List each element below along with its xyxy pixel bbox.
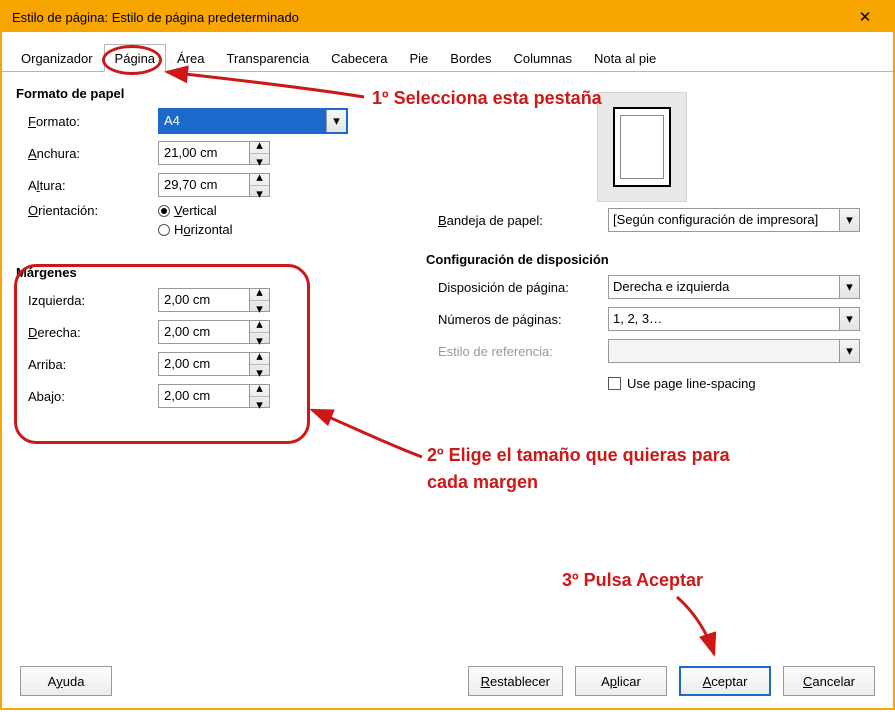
chevron-up-icon: ▴ <box>250 316 269 333</box>
radio-vertical[interactable]: Vertical <box>158 203 233 218</box>
tab-bordes[interactable]: Bordes <box>439 44 502 71</box>
tab-nota-al-pie[interactable]: Nota al pie <box>583 44 667 71</box>
annotation-text-3: 3º Pulsa Aceptar <box>562 570 703 591</box>
margin-left-spinner[interactable]: 2,00 cm ▴▾ <box>158 288 270 312</box>
apply-button[interactable]: Aplicar <box>575 666 667 696</box>
tab-pagina[interactable]: Página <box>104 44 166 72</box>
help-button[interactable]: Ayuda <box>20 666 112 696</box>
chevron-down-icon[interactable]: ▾ <box>326 110 346 132</box>
chevron-up-icon: ▴ <box>250 284 269 301</box>
tab-pie[interactable]: Pie <box>399 44 440 71</box>
tab-area[interactable]: Área <box>166 44 215 71</box>
layout-column: Bandeja de papel: [Según configuración d… <box>426 202 866 401</box>
tab-organizador[interactable]: Organizador <box>10 44 104 71</box>
chevron-down-icon: ▾ <box>250 154 269 170</box>
dialog-buttons: Ayuda Restablecer Aplicar Aceptar Cancel… <box>2 666 893 696</box>
altura-label: Altura: <box>28 178 158 193</box>
chevron-down-icon[interactable]: ▾ <box>839 340 859 362</box>
tab-columnas[interactable]: Columnas <box>503 44 584 71</box>
chevron-up-icon: ▴ <box>250 137 269 154</box>
formato-field[interactable]: A4 ▾ <box>158 108 348 134</box>
close-icon[interactable]: ✕ <box>845 2 885 32</box>
formato-value: A4 <box>160 110 326 132</box>
margin-right-label: Derecha: <box>28 325 158 340</box>
reset-button[interactable]: Restablecer <box>468 666 563 696</box>
anchura-label: Anchura: <box>28 146 158 161</box>
paper-tray-row: Bandeja de papel: [Según configuración d… <box>438 206 866 234</box>
margin-top-spinner[interactable]: 2,00 cm ▴▾ <box>158 352 270 376</box>
paper-tray-field[interactable]: [Según configuración de impresora] ▾ <box>608 208 860 232</box>
margin-bottom-spinner[interactable]: 2,00 cm ▴▾ <box>158 384 270 408</box>
page-preview <box>597 92 687 202</box>
window-title: Estilo de página: Estilo de página prede… <box>12 10 299 25</box>
ref-style-row: Estilo de referencia: ▾ <box>438 337 866 365</box>
chevron-down-icon[interactable]: ▾ <box>839 308 859 330</box>
chevron-down-icon: ▾ <box>250 186 269 202</box>
layout-settings-title: Configuración de disposición <box>426 252 866 267</box>
margin-right-spinner[interactable]: 2,00 cm ▴▾ <box>158 320 270 344</box>
accept-button[interactable]: Aceptar <box>679 666 771 696</box>
ref-style-label: Estilo de referencia: <box>438 344 608 359</box>
chevron-down-icon: ▾ <box>250 333 269 349</box>
page-numbers-field[interactable]: 1, 2, 3… ▾ <box>608 307 860 331</box>
tab-strip: Organizador Página Área Transparencia Ca… <box>2 44 893 72</box>
formato-row: Formato: A4 ▾ <box>28 107 879 135</box>
chevron-down-icon: ▾ <box>250 365 269 381</box>
title-bar: Estilo de página: Estilo de página prede… <box>2 2 893 32</box>
chevron-up-icon: ▴ <box>250 348 269 365</box>
page-numbers-row: Números de páginas: 1, 2, 3… ▾ <box>438 305 866 333</box>
margin-left-label: Izquierda: <box>28 293 158 308</box>
paper-tray-label: Bandeja de papel: <box>438 213 608 228</box>
formato-label: Formato: <box>28 114 158 129</box>
anchura-spinner[interactable]: 21,00 cm ▴▾ <box>158 141 270 165</box>
page-numbers-label: Números de páginas: <box>438 312 608 327</box>
annotation-text-2a: 2º Elige el tamaño que quieras para <box>427 445 847 466</box>
paper-format-title: Formato de papel <box>16 86 879 101</box>
tab-transparencia[interactable]: Transparencia <box>216 44 321 71</box>
line-spacing-row: Use page line-spacing <box>438 369 866 397</box>
page-line-spacing-checkbox[interactable]: Use page line-spacing <box>608 376 756 391</box>
cancel-button[interactable]: Cancelar <box>783 666 875 696</box>
page-preview-page <box>613 107 671 187</box>
margin-bottom-label: Abajo: <box>28 389 158 404</box>
orientacion-label: Orientación: <box>28 203 158 218</box>
chevron-down-icon: ▾ <box>250 301 269 317</box>
page-layout-label: Disposición de página: <box>438 280 608 295</box>
chevron-down-icon: ▾ <box>250 397 269 413</box>
radio-horizontal[interactable]: Horizontal <box>158 222 233 237</box>
chevron-down-icon[interactable]: ▾ <box>839 276 859 298</box>
tab-cabecera[interactable]: Cabecera <box>320 44 398 71</box>
chevron-up-icon: ▴ <box>250 380 269 397</box>
page-layout-field[interactable]: Derecha e izquierda ▾ <box>608 275 860 299</box>
chevron-down-icon[interactable]: ▾ <box>839 209 859 231</box>
chevron-up-icon: ▴ <box>250 169 269 186</box>
annotation-text-2b: cada margen <box>427 472 538 493</box>
page-tab-content: Formato de papel Formato: A4 ▾ Anchura: … <box>2 72 893 424</box>
margin-top-label: Arriba: <box>28 357 158 372</box>
ref-style-field[interactable]: ▾ <box>608 339 860 363</box>
page-layout-row: Disposición de página: Derecha e izquier… <box>438 273 866 301</box>
anchura-row: Anchura: 21,00 cm ▴▾ <box>28 139 879 167</box>
altura-spinner[interactable]: 29,70 cm ▴▾ <box>158 173 270 197</box>
altura-row: Altura: 29,70 cm ▴▾ <box>28 171 879 199</box>
